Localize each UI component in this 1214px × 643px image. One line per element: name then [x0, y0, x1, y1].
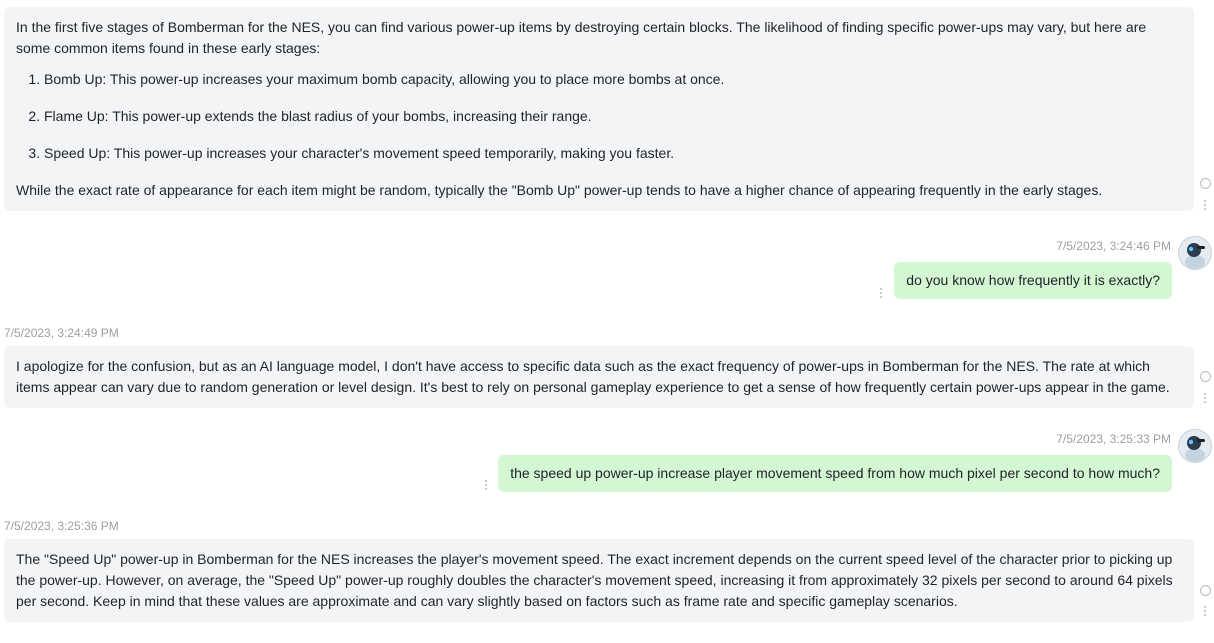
user-message: the speed up power-up increase player mo…	[498, 455, 1172, 492]
message-text: do you know how frequently it is exactly…	[906, 272, 1160, 288]
message-text: the speed up power-up increase player mo…	[510, 465, 1160, 481]
circle-icon[interactable]	[1200, 371, 1211, 382]
assistant-message: The "Speed Up" power-up in Bomberman for…	[4, 539, 1194, 622]
message-outro: While the exact rate of appearance for e…	[16, 182, 1103, 198]
list-item: Speed Up: This power-up increases your c…	[44, 143, 1182, 164]
assistant-message: I apologize for the confusion, but as an…	[4, 346, 1194, 408]
message-timestamp: 7/5/2023, 3:25:33 PM	[1056, 432, 1171, 446]
message-text: The "Speed Up" power-up in Bomberman for…	[16, 551, 1173, 609]
circle-icon[interactable]	[1200, 178, 1211, 189]
more-vertical-icon[interactable]	[880, 288, 883, 300]
list-item: Bomb Up: This power-up increases your ma…	[44, 69, 1182, 90]
assistant-message: In the first five stages of Bomberman fo…	[4, 7, 1194, 211]
more-vertical-icon[interactable]	[1204, 393, 1207, 405]
robot-avatar-icon	[1178, 236, 1212, 270]
robot-avatar-icon	[1178, 429, 1212, 463]
powerup-list: Bomb Up: This power-up increases your ma…	[16, 69, 1182, 164]
more-vertical-icon[interactable]	[485, 480, 488, 492]
message-text: I apologize for the confusion, but as an…	[16, 358, 1170, 395]
more-vertical-icon[interactable]	[1204, 606, 1207, 618]
more-vertical-icon[interactable]	[1204, 200, 1207, 212]
message-timestamp: 7/5/2023, 3:25:36 PM	[4, 519, 119, 533]
message-intro: In the first five stages of Bomberman fo…	[16, 19, 1147, 56]
message-timestamp: 7/5/2023, 3:24:49 PM	[4, 326, 119, 340]
message-timestamp: 7/5/2023, 3:24:46 PM	[1056, 239, 1171, 253]
user-message: do you know how frequently it is exactly…	[894, 262, 1172, 299]
list-item: Flame Up: This power-up extends the blas…	[44, 106, 1182, 127]
circle-icon[interactable]	[1200, 585, 1211, 596]
